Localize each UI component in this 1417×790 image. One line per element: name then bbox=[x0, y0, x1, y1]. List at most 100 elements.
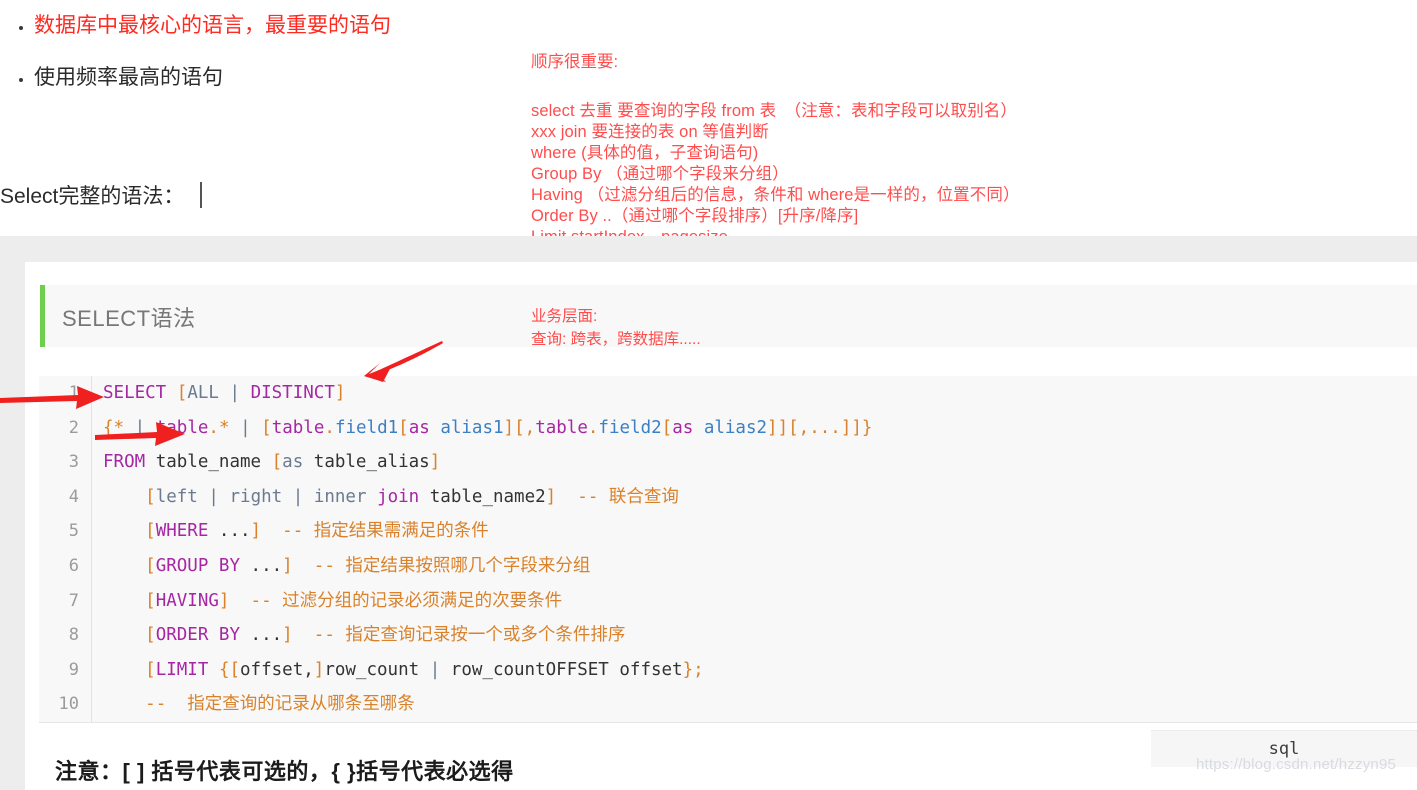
code-token: SELECT bbox=[103, 383, 167, 403]
code-line-text: [ORDER BY ...] -- 指定查询记录按一个或多个条件排序 bbox=[92, 618, 625, 653]
select-syntax-text: Select完整的语法： bbox=[0, 185, 185, 208]
code-token: ] bbox=[250, 521, 262, 542]
code-token: | bbox=[240, 417, 251, 438]
code-token: as bbox=[282, 452, 304, 473]
code-token: field1 bbox=[334, 417, 399, 438]
code-line-text: {* | table.* | [table.field1[as alias1][… bbox=[92, 411, 872, 446]
bullet-list: 数据库中最核心的语言，最重要的语句 使用频率最高的语句 bbox=[0, 0, 520, 104]
code-token: . bbox=[587, 417, 599, 438]
annotation-business-line: 查询: 跨表，跨数据库..... bbox=[531, 331, 701, 348]
code-token: -- 指定结果按照哪几个字段来分组 bbox=[313, 555, 591, 576]
code-token: * bbox=[218, 417, 230, 438]
code-line-text: [LIMIT {[offset,]row_count | row_countOF… bbox=[92, 653, 704, 688]
code-line: 10 -- 指定查询的记录从哪条至哪条 bbox=[39, 687, 1417, 722]
code-token: ... bbox=[240, 625, 283, 646]
annotation-order-line: where (具体的值，子查询语句) bbox=[531, 144, 759, 162]
code-token: field2 bbox=[598, 417, 662, 438]
code-token: offset, bbox=[240, 659, 314, 680]
code-token: {[ bbox=[218, 659, 241, 680]
code-lines: 1 SELECT [ALL | DISTINCT] 2 {* | table.* | … bbox=[39, 376, 1417, 722]
code-line-text: [HAVING] -- 过滤分组的记录必须满足的次要条件 bbox=[92, 584, 562, 619]
code-line: 4 [left | right | inner join table_name2… bbox=[39, 479, 1417, 515]
code-token: ]]} bbox=[840, 417, 873, 438]
code-token: -- 过滤分组的记录必须满足的次要条件 bbox=[250, 590, 563, 611]
text-caret bbox=[200, 182, 203, 208]
section-heading-text: SELECT语法 bbox=[62, 306, 196, 331]
code-token: , bbox=[524, 417, 536, 438]
code-token: ] bbox=[503, 417, 515, 438]
code-token: [ bbox=[788, 417, 799, 438]
article-card: SELECT语法 1 SELECT [ALL | DISTINCT] 2 {* | t… bbox=[25, 262, 1417, 790]
code-line: 7 [HAVING] -- 过滤分组的记录必须满足的次要条件 bbox=[39, 583, 1417, 619]
code-line-text: FROM table_name [as table_alias] bbox=[92, 445, 440, 480]
annotation-order-block: 顺序很重要: select 去重 要查询的字段 from 表 （注意：表和字段可… bbox=[531, 52, 1020, 248]
code-line-number: 5 bbox=[39, 514, 92, 549]
code-token: [ bbox=[271, 452, 283, 473]
code-line: 8 [ORDER BY ...] -- 指定查询记录按一个或多个条件排序 bbox=[39, 618, 1417, 653]
code-token: as bbox=[408, 417, 430, 438]
code-token: [ bbox=[145, 590, 156, 611]
code-token: [ bbox=[261, 417, 272, 438]
code-token: [ bbox=[145, 659, 156, 680]
code-token: row_count bbox=[324, 659, 420, 680]
code-token: -- 指定查询记录按一个或多个条件排序 bbox=[313, 625, 626, 646]
code-line-number: 8 bbox=[39, 618, 92, 653]
code-token: | bbox=[429, 659, 441, 680]
bullet-item: 数据库中最核心的语言，最重要的语句 bbox=[34, 0, 520, 52]
code-token: ] bbox=[313, 659, 325, 680]
annotation-order-line: Group By （通过哪个字段来分组） bbox=[531, 165, 789, 183]
code-token: join bbox=[377, 486, 420, 507]
code-token: table_alias bbox=[313, 452, 430, 473]
select-syntax-label: Select完整的语法： bbox=[0, 180, 203, 210]
code-line-number: 4 bbox=[39, 479, 92, 515]
code-token: inner bbox=[313, 486, 367, 507]
code-token: table bbox=[535, 417, 588, 438]
code-line-number: 10 bbox=[39, 687, 92, 722]
annotation-order-line: Order By ..（通过哪个字段排序）[升序/降序] bbox=[531, 207, 859, 225]
section-heading-block: SELECT语法 bbox=[40, 285, 1417, 347]
code-token: alias1 bbox=[440, 417, 504, 438]
code-token: -- 指定查询的记录从哪条至哪条 bbox=[145, 694, 415, 715]
code-token: * bbox=[113, 417, 125, 438]
code-token: table bbox=[271, 417, 325, 438]
watermark-url: https://blog.csdn.net/hzzyn95 bbox=[1195, 756, 1397, 773]
code-token: FROM bbox=[103, 452, 146, 473]
code-block[interactable]: 1 SELECT [ALL | DISTINCT] 2 {* | table.* | … bbox=[39, 376, 1417, 723]
bullet-item: 使用频率最高的语句 bbox=[34, 52, 520, 104]
code-line-text: -- 指定查询的记录从哪条至哪条 bbox=[92, 687, 415, 722]
code-token: [ bbox=[176, 383, 188, 403]
annotation-business-block: 业务层面: 查询: 跨表，跨数据库..... bbox=[531, 305, 701, 351]
code-line: 2 {* | table.* | [table.field1[as alias1]… bbox=[39, 410, 1417, 446]
code-token: left bbox=[155, 486, 198, 507]
code-token: table bbox=[155, 417, 209, 438]
code-token: -- 指定结果需满足的条件 bbox=[282, 521, 489, 542]
code-line-number: 6 bbox=[39, 548, 92, 584]
code-token: table_name2 bbox=[429, 486, 546, 507]
code-token: [ bbox=[145, 521, 156, 542]
bottom-note-text: 注意：[ ] 括号代表可选的，{ }括号代表必选得 bbox=[55, 759, 514, 784]
annotation-order-heading: 顺序很重要: bbox=[531, 53, 619, 71]
code-token: | bbox=[208, 486, 219, 507]
code-line-number: 9 bbox=[39, 652, 92, 688]
code-line-text: [WHERE ...] -- 指定结果需满足的条件 bbox=[92, 514, 489, 549]
